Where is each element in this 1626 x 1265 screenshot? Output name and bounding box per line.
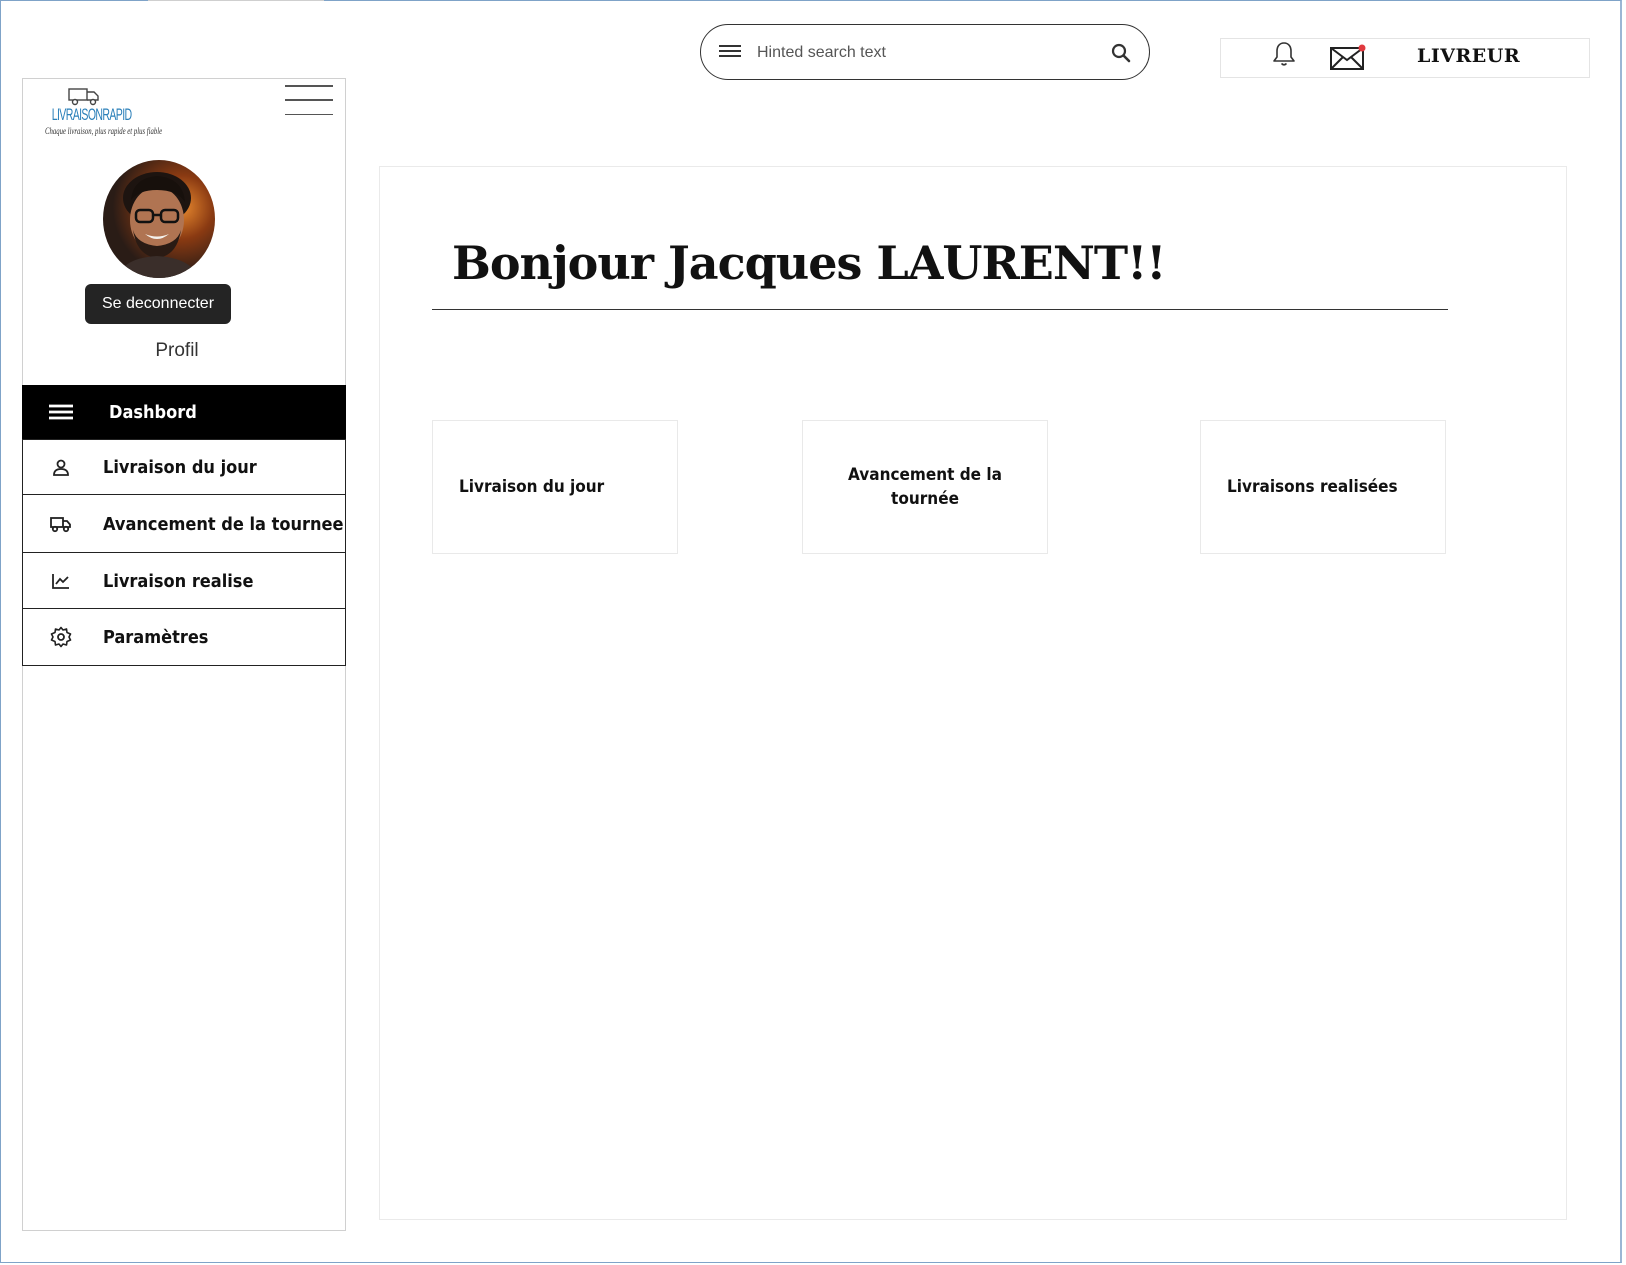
card-livraison-du-jour[interactable]: Livraison du jour <box>432 420 678 554</box>
sidebar-item-label: Avancement de la tournee <box>103 513 344 535</box>
sidebar-divider <box>148 0 324 1</box>
brand-name: LIVRAISONRAPID <box>51 105 132 124</box>
title-divider <box>432 309 1448 310</box>
bell-icon[interactable] <box>1271 40 1297 68</box>
search-icon[interactable] <box>1109 41 1133 65</box>
sidebar-item-dashboard[interactable]: Dashbord <box>22 385 346 439</box>
truck-icon <box>49 512 73 536</box>
main-panel <box>379 166 1567 1220</box>
gear-icon <box>49 625 73 649</box>
brand-tagline: Chaque livraison, plus rapide et plus fi… <box>45 126 163 136</box>
card-label: Livraison du jour <box>459 477 605 497</box>
card-label: Livraisons realisées <box>1227 477 1398 497</box>
sidebar-item-label: Dashbord <box>109 401 197 423</box>
sidebar-item-livraison-realise[interactable]: Livraison realise <box>22 552 346 610</box>
truck-logo-icon <box>68 88 99 106</box>
user-toolbar: LIVREUR <box>1220 38 1590 78</box>
search-input[interactable] <box>755 37 1089 69</box>
page-title: Bonjour Jacques LAURENT!! <box>452 236 1166 290</box>
hamburger-menu-icon[interactable] <box>285 85 333 115</box>
mail-icon[interactable] <box>1329 43 1367 71</box>
card-avancement[interactable]: Avancement de la tournée <box>802 420 1048 554</box>
profile-link[interactable]: Profil <box>22 340 332 362</box>
role-label: LIVREUR <box>1417 45 1521 67</box>
sidebar-item-livraison-du-jour[interactable]: Livraison du jour <box>22 439 346 496</box>
sidebar-item-label: Livraison realise <box>103 570 254 592</box>
sidebar-item-label: Paramètres <box>103 626 209 648</box>
card-label: Avancement de la tournée <box>848 465 1002 509</box>
person-icon <box>49 456 73 480</box>
menu-icon[interactable] <box>719 42 741 60</box>
sidebar-item-label: Livraison du jour <box>103 457 257 478</box>
menu-icon <box>49 400 73 424</box>
sidebar-item-avancement[interactable]: Avancement de la tournee <box>22 494 346 554</box>
chart-icon <box>49 569 73 593</box>
avatar[interactable] <box>103 160 215 278</box>
search-bar[interactable] <box>700 24 1150 80</box>
card-livraisons-realisees[interactable]: Livraisons realisées <box>1200 420 1446 554</box>
brand-logo: LIVRAISONRAPID Chaque livraison, plus ra… <box>32 86 163 156</box>
logout-button[interactable]: Se deconnecter <box>85 284 231 324</box>
sidebar-item-parametres[interactable]: Paramètres <box>22 608 346 666</box>
